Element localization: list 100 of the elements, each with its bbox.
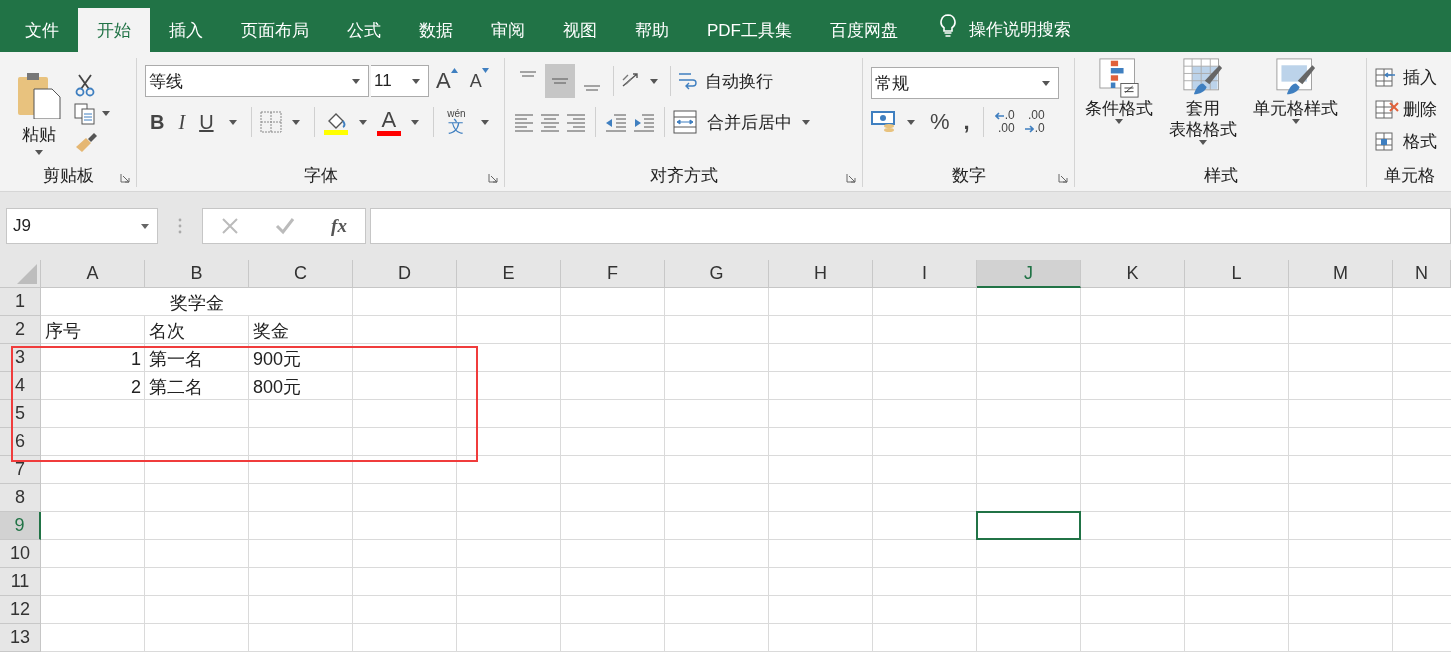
format-cells-button[interactable]: 格式: [1375, 126, 1451, 156]
row-header[interactable]: 2: [0, 316, 41, 344]
increase-decimal-button[interactable]: .0 .00: [991, 109, 1018, 135]
font-color-button[interactable]: A: [376, 108, 402, 136]
bold-button[interactable]: B: [145, 109, 170, 135]
name-box[interactable]: J9: [6, 208, 158, 244]
row-header[interactable]: 9: [0, 512, 41, 540]
dialog-launcher-icon[interactable]: [1058, 173, 1068, 183]
active-cell-selection[interactable]: [976, 511, 1081, 540]
column-header[interactable]: M: [1289, 260, 1393, 288]
ribbon-tab[interactable]: 视图: [544, 8, 616, 52]
caret-icon: [141, 223, 149, 229]
group-label: 单元格: [1383, 164, 1435, 187]
ribbon-tab[interactable]: 百度网盘: [811, 8, 917, 52]
column-header[interactable]: C: [249, 260, 353, 288]
scissors-icon[interactable]: [74, 72, 96, 97]
lightbulb-icon[interactable]: [939, 14, 957, 38]
formula-input-field[interactable]: [370, 208, 1451, 244]
cell-styles-button[interactable]: 单元格样式: [1247, 58, 1344, 124]
paintbrush-icon[interactable]: [74, 130, 98, 153]
table-cell-text: 1: [130, 348, 142, 371]
row-header[interactable]: 8: [0, 484, 41, 512]
caret-icon[interactable]: [650, 78, 658, 84]
ribbon-tab[interactable]: 插入: [150, 8, 222, 52]
table-cell-text: 名次: [148, 320, 186, 343]
row-header[interactable]: 11: [0, 568, 41, 596]
column-header[interactable]: F: [561, 260, 665, 288]
caret-icon[interactable]: [802, 119, 810, 125]
number-format-dropdown[interactable]: 常规: [871, 67, 1059, 99]
comma-style-button[interactable]: ,: [958, 109, 975, 135]
font-size-dropdown[interactable]: 11: [371, 65, 429, 97]
ribbon-tab[interactable]: 页面布局: [222, 8, 328, 52]
column-header[interactable]: A: [41, 260, 145, 288]
column-header[interactable]: K: [1081, 260, 1185, 288]
caret-icon[interactable]: [411, 119, 420, 125]
table-cell-text: 第二名: [148, 376, 204, 399]
insert-cells-button[interactable]: 插入: [1375, 62, 1451, 92]
row-header[interactable]: 3: [0, 344, 41, 372]
clipboard-icon: [16, 70, 62, 119]
dialog-launcher-icon[interactable]: [846, 173, 856, 183]
align-lines-icon: [551, 78, 569, 84]
decrease-decimal-button[interactable]: .00 .0: [1021, 109, 1048, 135]
ribbon-tab[interactable]: 审阅: [472, 8, 544, 52]
ribbon-tab[interactable]: 公式: [328, 8, 400, 52]
format-as-table-button[interactable]: 套用 表格格式: [1163, 58, 1243, 145]
caret-icon[interactable]: [907, 119, 915, 125]
group-label: 数字: [951, 164, 986, 187]
delete-cells-button[interactable]: 删除: [1375, 94, 1451, 124]
row-header[interactable]: 13: [0, 624, 41, 652]
ribbon-tab[interactable]: 数据: [400, 8, 472, 52]
row-header[interactable]: 5: [0, 400, 41, 428]
row-header[interactable]: 7: [0, 456, 41, 484]
currency-icon[interactable]: [871, 110, 897, 134]
column-header[interactable]: J: [977, 260, 1081, 288]
column-header[interactable]: I: [873, 260, 977, 288]
underline-button[interactable]: U: [194, 109, 219, 135]
ribbon-tab[interactable]: 帮助: [616, 8, 688, 52]
merge-center-button[interactable]: 合并后居中: [707, 110, 792, 134]
column-header[interactable]: H: [769, 260, 873, 288]
tell-me-search[interactable]: 操作说明搜索: [969, 8, 1071, 52]
row-header[interactable]: 10: [0, 540, 41, 568]
dialog-launcher-icon[interactable]: [488, 173, 498, 183]
table-cell-text: 奖金: [252, 320, 290, 343]
row-header[interactable]: 12: [0, 596, 41, 624]
align-lines-icon: [583, 85, 601, 91]
column-header[interactable]: L: [1185, 260, 1289, 288]
row-header[interactable]: 4: [0, 372, 41, 400]
column-header[interactable]: G: [665, 260, 769, 288]
dialog-launcher-icon[interactable]: [120, 173, 130, 183]
grow-font-button[interactable]: A: [431, 68, 463, 94]
decrease-indent-icon[interactable]: [604, 111, 628, 133]
group-label: 字体: [303, 164, 338, 187]
insert-function-button[interactable]: fx: [331, 215, 347, 237]
ribbon-tab[interactable]: PDF工具集: [688, 8, 811, 52]
column-header[interactable]: N: [1393, 260, 1451, 288]
caret-icon[interactable]: [228, 119, 237, 125]
font-name-dropdown[interactable]: 等线: [145, 65, 369, 97]
shrink-font-button[interactable]: A: [464, 68, 494, 94]
wrap-text-icon: [677, 70, 697, 92]
row-header[interactable]: 1: [0, 288, 41, 316]
column-header[interactable]: B: [145, 260, 249, 288]
row-header[interactable]: 6: [0, 428, 41, 456]
wrap-text-button[interactable]: 自动换行: [705, 69, 773, 93]
caret-icon[interactable]: [480, 119, 489, 125]
caret-icon[interactable]: [102, 111, 110, 116]
conditional-formatting-button[interactable]: 条件格式: [1079, 58, 1159, 124]
increase-indent-icon[interactable]: [632, 111, 656, 133]
drag-handle-icon[interactable]: [178, 217, 182, 235]
italic-button[interactable]: I: [173, 109, 191, 135]
column-header[interactable]: D: [353, 260, 457, 288]
caret-icon[interactable]: [358, 119, 367, 125]
paste-button[interactable]: 粘贴: [8, 70, 70, 155]
column-header[interactable]: E: [457, 260, 561, 288]
ribbon-tab[interactable]: 文件: [6, 8, 78, 52]
phonetic-guide-button[interactable]: wén 文: [442, 109, 471, 135]
ribbon-tab[interactable]: 开始: [78, 8, 150, 52]
copy-icon[interactable]: [74, 102, 96, 125]
percent-style-button[interactable]: %: [925, 109, 955, 135]
checkmark-icon[interactable]: [275, 217, 296, 235]
caret-icon[interactable]: [291, 119, 300, 125]
